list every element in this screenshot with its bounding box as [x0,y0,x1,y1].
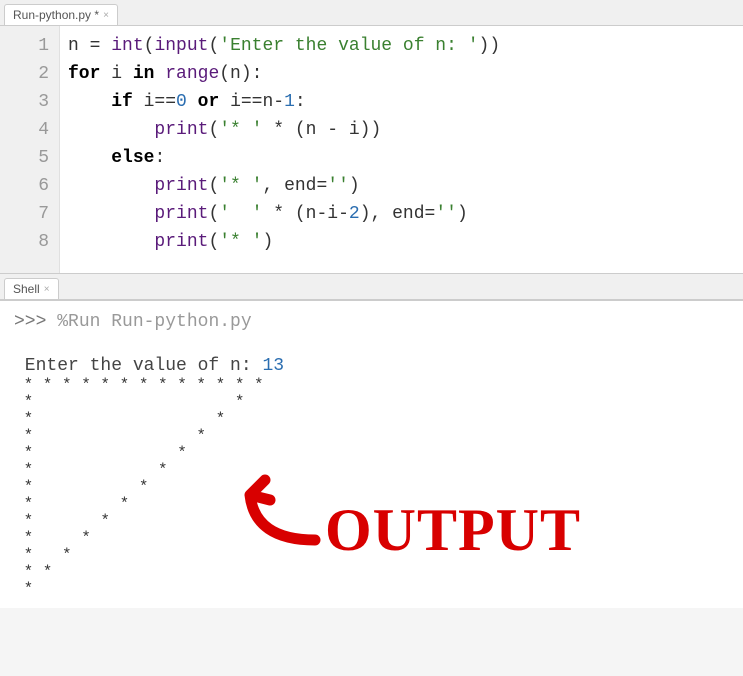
input-prompt-text: Enter the value of n: [14,356,262,376]
shell-output[interactable]: >>> %Run Run-python.py Enter the value o… [0,301,743,608]
shell-prompt: >>> [14,312,57,332]
output-line: * * [14,411,729,428]
output-line: * * [14,394,729,411]
code-line: for i in range(n): [68,60,735,88]
output-line: * * [14,564,729,581]
shell-tab-bar: Shell × [0,274,743,300]
output-line: * * [14,530,729,547]
code-line: print('* ' * (n - i)) [68,116,735,144]
output-line: * * [14,428,729,445]
close-icon[interactable]: × [103,10,109,21]
line-number: 5 [0,144,49,172]
line-number: 6 [0,172,49,200]
code-line: if i==0 or i==n-1: [68,88,735,116]
program-output: * * * * * * * * * * * * * * * * * * * * … [14,377,729,598]
output-line: * [14,581,729,598]
shell-tab-label: Shell [13,282,40,296]
line-number: 7 [0,200,49,228]
output-line: * * [14,513,729,530]
output-line: * * [14,496,729,513]
line-number: 4 [0,116,49,144]
line-number: 8 [0,228,49,256]
editor-tab[interactable]: Run-python.py * × [4,4,118,25]
line-gutter: 1 2 3 4 5 6 7 8 [0,26,60,273]
line-number: 2 [0,60,49,88]
code-line: print('* ') [68,228,735,256]
editor-tab-label: Run-python.py * [13,8,99,22]
line-number: 3 [0,88,49,116]
shell-pane: >>> %Run Run-python.py Enter the value o… [0,300,743,608]
code-line: print(' ' * (n-i-2), end='') [68,200,735,228]
output-line: * * [14,547,729,564]
shell-command: %Run Run-python.py [57,312,251,332]
code-line: else: [68,144,735,172]
line-number: 1 [0,32,49,60]
editor-pane: 1 2 3 4 5 6 7 8 n = int(input('Enter the… [0,26,743,274]
code-line: print('* ', end='') [68,172,735,200]
editor-tab-bar: Run-python.py * × [0,0,743,26]
output-line: * * [14,445,729,462]
output-line: * * * * * * * * * * * * * [14,377,729,394]
close-icon[interactable]: × [44,284,50,295]
output-line: * * [14,479,729,496]
code-line: n = int(input('Enter the value of n: ')) [68,32,735,60]
input-value: 13 [262,356,284,376]
output-line: * * [14,462,729,479]
shell-tab[interactable]: Shell × [4,278,59,299]
code-editor[interactable]: n = int(input('Enter the value of n: '))… [60,26,743,273]
